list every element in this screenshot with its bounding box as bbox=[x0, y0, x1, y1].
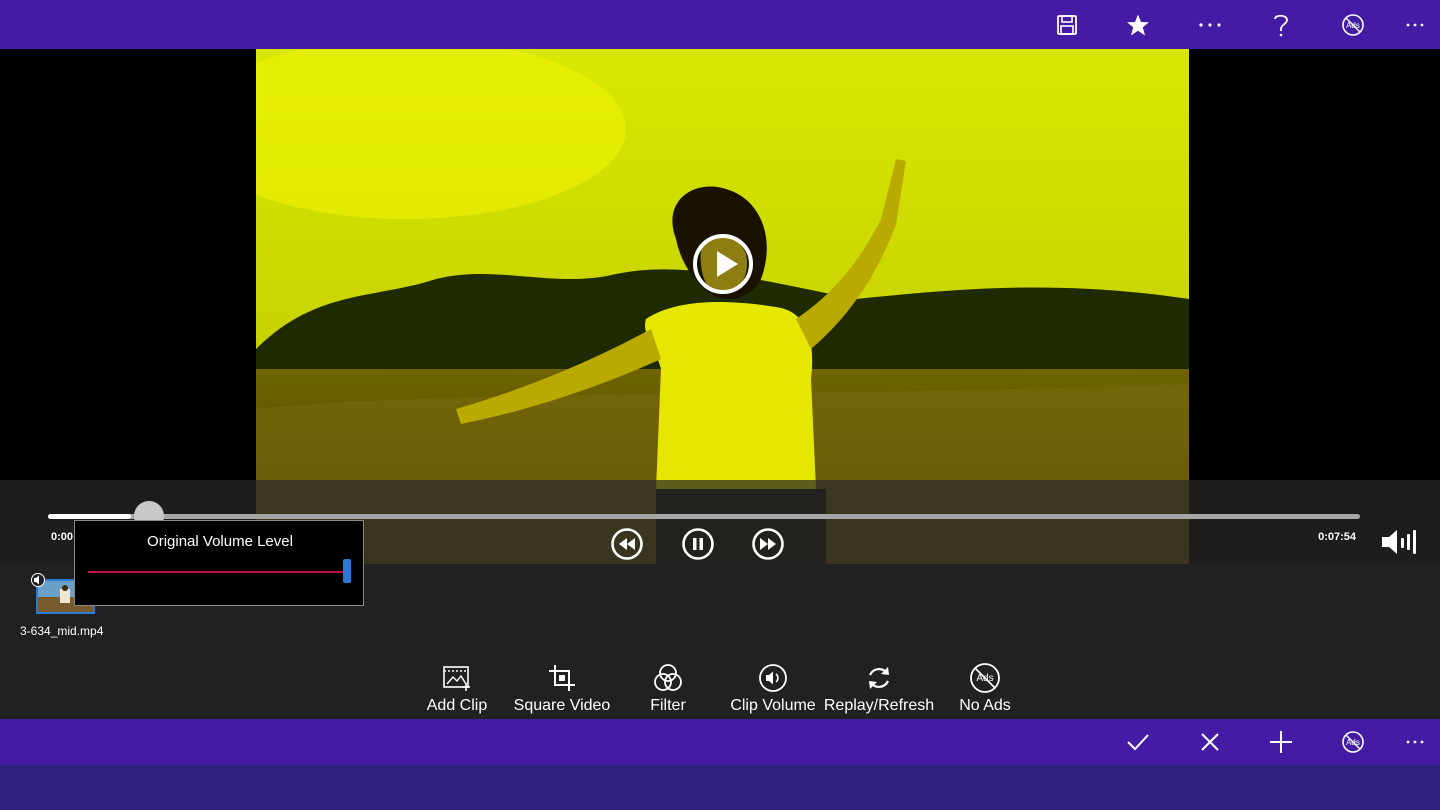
seek-progress bbox=[48, 514, 131, 519]
fast-forward-button[interactable] bbox=[751, 527, 785, 561]
rewind-icon bbox=[611, 528, 643, 560]
clip-volume-label: Clip Volume bbox=[730, 697, 816, 714]
no-ads-label: No Ads bbox=[959, 697, 1011, 714]
pause-button[interactable] bbox=[681, 527, 715, 561]
no-ads-icon: Ads bbox=[970, 663, 1000, 693]
bottom-overflow-button[interactable] bbox=[1390, 719, 1440, 765]
clip-filename: 3-634_mid.mp4 bbox=[20, 624, 104, 638]
pause-icon bbox=[682, 528, 714, 560]
svg-text:Ads: Ads bbox=[1346, 738, 1360, 747]
more-menu-button[interactable] bbox=[1185, 0, 1235, 49]
confirm-button[interactable] bbox=[1113, 719, 1163, 765]
square-video-label: Square Video bbox=[513, 697, 611, 714]
filter-icon bbox=[654, 664, 682, 691]
replay-refresh-button[interactable]: Replay/Refresh bbox=[824, 662, 934, 718]
save-button[interactable] bbox=[1042, 0, 1092, 49]
volume-icon bbox=[1382, 530, 1416, 554]
no-ads-toolbar-button[interactable]: Ads No Ads bbox=[935, 662, 1035, 718]
volume-popup-title: Original Volume Level bbox=[147, 533, 293, 550]
fast-forward-icon bbox=[752, 528, 784, 560]
volume-slider-thumb[interactable] bbox=[343, 559, 351, 583]
clip-volume-icon bbox=[31, 573, 45, 587]
star-icon bbox=[1127, 14, 1149, 35]
play-overlay-button[interactable] bbox=[692, 233, 754, 295]
rewind-button[interactable] bbox=[610, 527, 644, 561]
check-icon bbox=[1127, 734, 1149, 751]
favorite-button[interactable] bbox=[1113, 0, 1163, 49]
add-clip-button[interactable]: Add Clip bbox=[407, 662, 507, 718]
clip-volume-button[interactable]: Clip Volume bbox=[723, 662, 823, 718]
square-video-button[interactable]: Square Video bbox=[512, 662, 612, 718]
more-icon bbox=[1199, 22, 1221, 27]
no-ads-icon: Ads bbox=[1342, 731, 1364, 753]
filter-label: Filter bbox=[650, 697, 686, 714]
no-ads-bottom-button[interactable]: Ads bbox=[1328, 719, 1378, 765]
svg-text:Ads: Ads bbox=[1346, 21, 1360, 30]
play-icon bbox=[693, 234, 753, 294]
filter-button[interactable]: Filter bbox=[618, 662, 718, 718]
crop-icon bbox=[549, 665, 575, 691]
add-clip-icon bbox=[443, 666, 470, 691]
help-button[interactable] bbox=[1256, 0, 1306, 49]
original-volume-popup: Original Volume Level bbox=[74, 520, 364, 606]
help-icon bbox=[1274, 14, 1288, 36]
plus-icon bbox=[1270, 731, 1292, 753]
more-icon bbox=[1406, 740, 1424, 744]
refresh-icon bbox=[868, 667, 890, 689]
bottom-strip bbox=[0, 765, 1440, 810]
add-clip-label: Add Clip bbox=[426, 697, 488, 714]
close-icon bbox=[1201, 733, 1219, 751]
volume-icon bbox=[759, 664, 787, 692]
total-time: 0:07:54 bbox=[1318, 531, 1356, 543]
no-ads-icon: Ads bbox=[1342, 13, 1364, 36]
seek-bar[interactable] bbox=[48, 514, 1360, 519]
svg-text:Ads: Ads bbox=[976, 673, 993, 684]
overflow-button[interactable] bbox=[1390, 0, 1440, 49]
add-button[interactable] bbox=[1256, 719, 1306, 765]
replay-refresh-label: Replay/Refresh bbox=[823, 697, 935, 714]
no-ads-button[interactable]: Ads bbox=[1328, 0, 1378, 49]
more-icon bbox=[1406, 23, 1424, 26]
volume-slider-track[interactable] bbox=[88, 571, 346, 573]
cancel-button[interactable] bbox=[1185, 719, 1235, 765]
save-icon bbox=[1057, 14, 1077, 35]
volume-button[interactable] bbox=[1380, 526, 1418, 558]
current-time: 0:00 bbox=[51, 531, 74, 543]
